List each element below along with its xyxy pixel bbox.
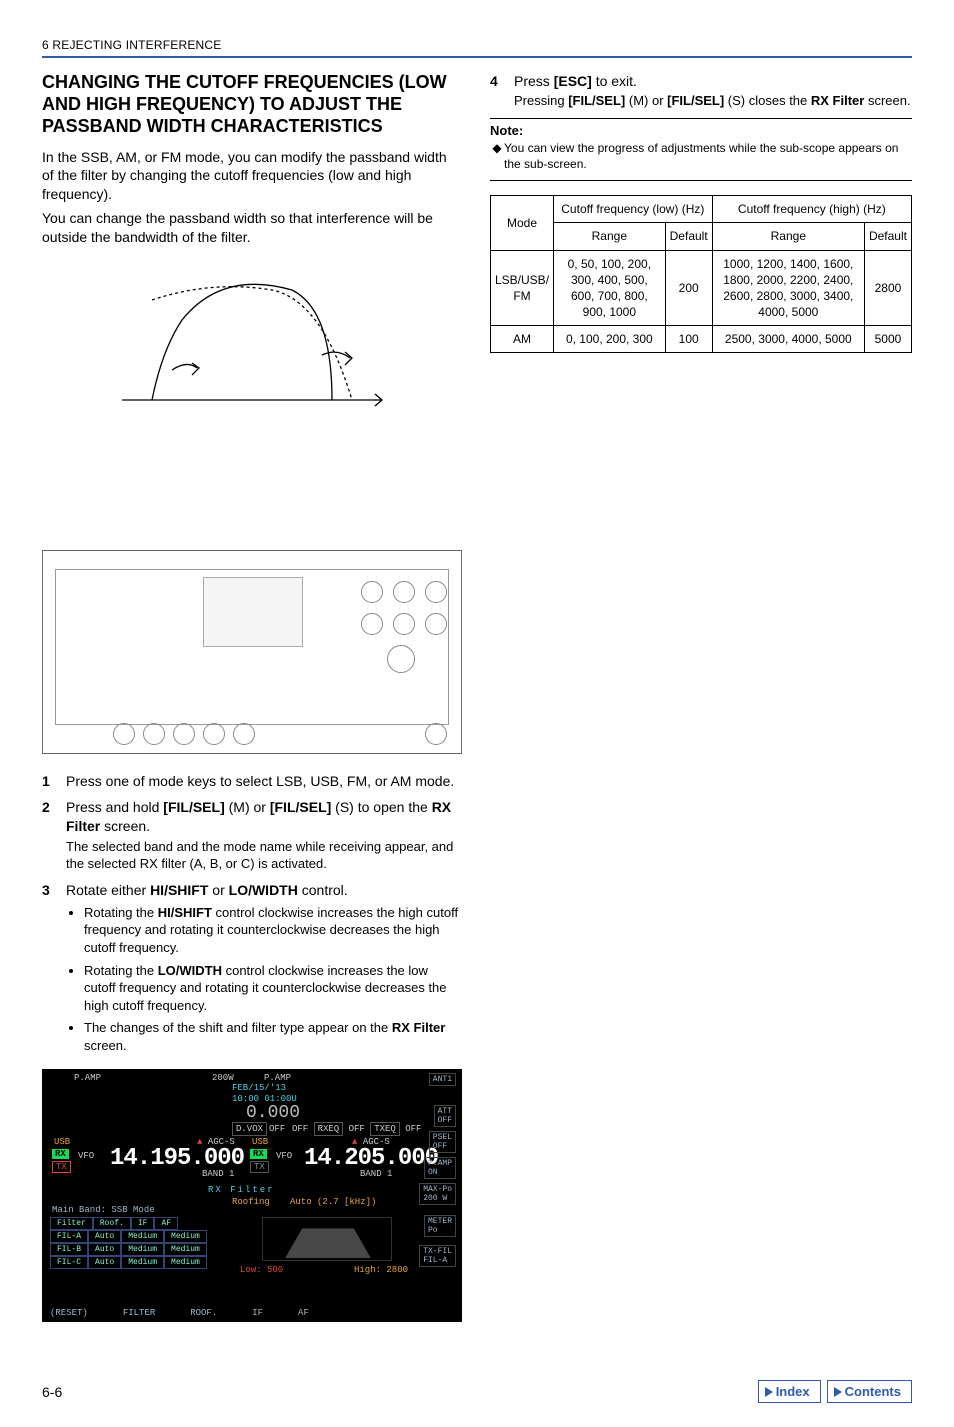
step-3-bullet: Rotating the LO/WIDTH control clockwise …: [84, 962, 462, 1015]
lcd-screenshot: P.AMP P.AMP FEB/15/'13 10:00 01:00U 0.00…: [42, 1069, 462, 1322]
step-3-bullet: The changes of the shift and filter type…: [84, 1019, 462, 1054]
step-2-head: Press and hold [FIL/SEL] (M) or [FIL/SEL…: [66, 799, 451, 834]
index-button[interactable]: Index: [758, 1380, 821, 1403]
intro-paragraph-2: You can change the passband width so tha…: [42, 209, 462, 246]
contents-button[interactable]: Contents: [827, 1380, 912, 1403]
step-4-text: Press [ESC] to exit. Pressing [FIL/SEL] …: [514, 72, 912, 110]
passband-diagram: [92, 260, 412, 460]
section-title: CHANGING THE CUTOFF FREQUENCIES (LOW AND…: [42, 72, 462, 138]
intro-paragraph-1: In the SSB, AM, or FM mode, you can modi…: [42, 148, 462, 203]
step-number: 3: [42, 881, 66, 1059]
note-label: Note:: [490, 123, 912, 138]
page-number: 6-6: [42, 1384, 62, 1400]
transceiver-diagram: [42, 550, 462, 753]
step-1-text: Press one of mode keys to select LSB, US…: [66, 772, 462, 791]
cutoff-frequency-table: Mode Cutoff frequency (low) (Hz) Cutoff …: [490, 195, 912, 353]
chapter-header: 6 REJECTING INTERFERENCE: [42, 38, 912, 58]
step-number: 1: [42, 772, 66, 791]
step-number: 4: [490, 72, 514, 110]
note-text: ◆ You can view the progress of adjustmen…: [490, 140, 912, 172]
step-2-sub: The selected band and the mode name whil…: [66, 839, 462, 873]
table-row: AM 0, 100, 200, 300 100 2500, 3000, 4000…: [491, 326, 912, 353]
step-number: 2: [42, 798, 66, 873]
table-row: LSB/USB/ FM 0, 50, 100, 200, 300, 400, 5…: [491, 250, 912, 326]
step-3-head: Rotate either HI/SHIFT or LO/WIDTH contr…: [66, 882, 348, 898]
step-3-bullet: Rotating the HI/SHIFT control clockwise …: [84, 904, 462, 957]
